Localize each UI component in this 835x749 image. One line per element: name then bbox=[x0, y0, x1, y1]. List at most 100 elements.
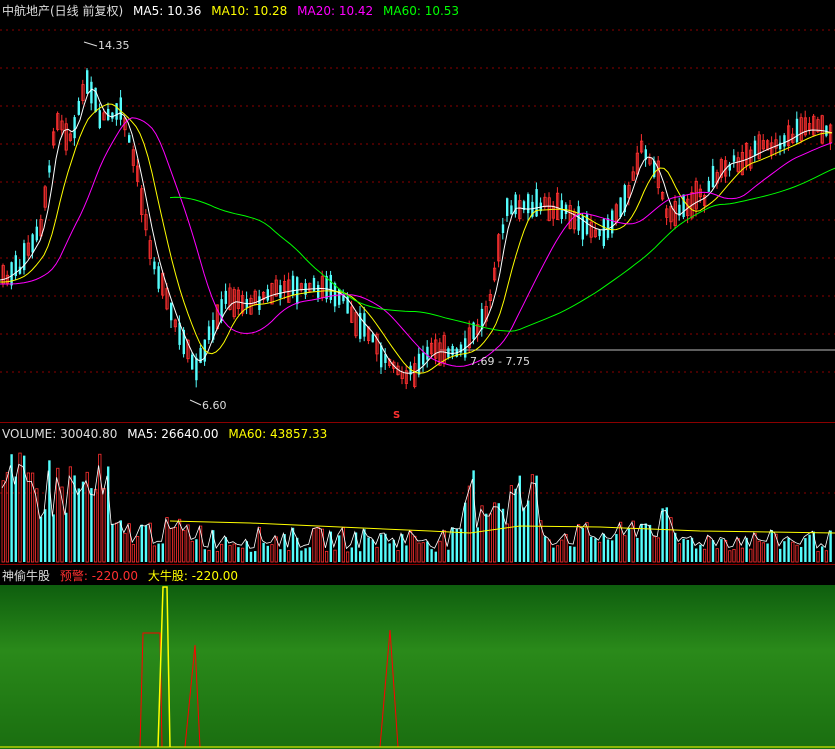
candle-body bbox=[170, 302, 173, 321]
candle-body bbox=[510, 205, 513, 215]
candle-body bbox=[682, 194, 685, 218]
volume-bar bbox=[266, 545, 269, 562]
volume-bar bbox=[350, 547, 353, 562]
candle-body bbox=[279, 285, 282, 298]
volume-bar bbox=[447, 549, 450, 562]
volume-bar bbox=[740, 547, 745, 563]
price-legend: 中航地产(日线 前复权) MA5: 10.36 MA10: 10.28 MA20… bbox=[2, 4, 465, 18]
volume-bar bbox=[434, 551, 437, 562]
volume-bar bbox=[677, 543, 682, 563]
volume-bar bbox=[732, 548, 736, 563]
volume-bar bbox=[569, 546, 572, 562]
volume-bar bbox=[408, 530, 413, 563]
candle-body bbox=[128, 135, 131, 143]
volume-bar bbox=[312, 528, 316, 563]
candle-body bbox=[10, 262, 13, 286]
indicator-chart[interactable] bbox=[0, 565, 835, 749]
volume-bar bbox=[821, 546, 824, 562]
volume-bar bbox=[615, 534, 618, 562]
volume-ma60-label: MA60: 43857.33 bbox=[228, 427, 328, 441]
price-panel[interactable]: 中航地产(日线 前复权) MA5: 10.36 MA10: 10.28 MA20… bbox=[0, 0, 835, 422]
candle-body bbox=[577, 206, 580, 231]
volume-bar bbox=[131, 544, 135, 563]
volume-bar bbox=[783, 541, 786, 562]
candle-body bbox=[707, 180, 710, 192]
volume-bar bbox=[547, 539, 551, 563]
candle-body bbox=[111, 112, 114, 119]
bull-label: 大牛股: -220.00 bbox=[147, 569, 239, 583]
volume-bar bbox=[766, 543, 769, 562]
volume-bar bbox=[324, 550, 329, 563]
candle-body bbox=[417, 353, 421, 375]
volume-bar bbox=[636, 537, 639, 562]
volume-bar bbox=[728, 550, 732, 563]
volume-bar bbox=[287, 550, 291, 563]
volume-bar bbox=[90, 488, 93, 562]
warning-spike bbox=[184, 644, 201, 748]
indicator-panel[interactable]: 神偷牛股 预警: -220.00 大牛股: -220.00 bbox=[0, 564, 835, 749]
price-chart[interactable] bbox=[0, 0, 835, 422]
signal-marker: S bbox=[393, 410, 401, 421]
candle-body bbox=[258, 296, 261, 310]
ma5-label: MA5: 10.36 bbox=[133, 4, 202, 18]
volume-bar bbox=[203, 549, 206, 562]
volume-bar bbox=[816, 550, 820, 563]
volume-bar bbox=[686, 539, 689, 562]
volume-bar bbox=[396, 549, 400, 563]
candle-body bbox=[825, 125, 828, 136]
volume-bar bbox=[682, 538, 685, 562]
candle-body bbox=[598, 229, 601, 237]
candle-body bbox=[195, 357, 198, 381]
candle-body bbox=[753, 140, 757, 156]
volume-bar bbox=[627, 528, 631, 562]
volume-bar bbox=[52, 514, 55, 562]
volume-bar bbox=[560, 539, 564, 563]
candle-body bbox=[527, 194, 530, 214]
volume-bar bbox=[606, 539, 610, 562]
volume-bar bbox=[715, 548, 719, 563]
ma60-label: MA60: 10.53 bbox=[383, 4, 460, 18]
volume-bar bbox=[417, 542, 421, 563]
volume-bar bbox=[590, 536, 593, 562]
volume-bar bbox=[81, 481, 85, 562]
volume-bar bbox=[228, 545, 232, 563]
volume-bar bbox=[94, 488, 98, 563]
volume-bar bbox=[552, 547, 555, 562]
volume-bar bbox=[795, 544, 799, 563]
volume-bar bbox=[190, 540, 194, 563]
ma20-label: MA20: 10.42 bbox=[297, 4, 374, 18]
volume-bar bbox=[182, 529, 186, 563]
volume-bar bbox=[270, 544, 274, 563]
volume-bar bbox=[371, 539, 374, 562]
indicator-name: 神偷牛股 bbox=[2, 569, 51, 583]
volume-bar bbox=[611, 540, 614, 562]
volume-bar bbox=[426, 541, 429, 562]
volume-bar bbox=[455, 528, 458, 562]
volume-bar bbox=[467, 485, 472, 563]
volume-chart[interactable] bbox=[0, 423, 835, 564]
volume-bar bbox=[308, 547, 311, 562]
volume-bar bbox=[65, 512, 68, 562]
candle-body bbox=[31, 234, 34, 253]
candle-body bbox=[153, 261, 156, 270]
candle-body bbox=[501, 224, 505, 234]
volume-bar bbox=[761, 542, 766, 563]
volume-bar bbox=[824, 550, 829, 563]
volume-bar bbox=[459, 528, 463, 562]
volume-bar bbox=[14, 476, 17, 562]
candle-body bbox=[506, 198, 509, 216]
candle-body bbox=[73, 117, 76, 139]
volume-bar bbox=[384, 533, 387, 562]
high-price-label: 14.35 bbox=[98, 39, 130, 52]
volume-bar bbox=[240, 547, 245, 563]
volume-bar bbox=[111, 523, 114, 562]
volume-bar bbox=[26, 472, 31, 563]
volume-bar bbox=[380, 534, 383, 562]
volume-bar bbox=[485, 513, 488, 562]
warning-line bbox=[0, 632, 835, 748]
volume-bar bbox=[215, 551, 219, 563]
volume-bar bbox=[623, 535, 627, 563]
volume-bar bbox=[808, 534, 811, 562]
volume-bar bbox=[219, 543, 224, 563]
volume-panel[interactable]: VOLUME: 30040.80 MA5: 26640.00 MA60: 438… bbox=[0, 422, 835, 564]
